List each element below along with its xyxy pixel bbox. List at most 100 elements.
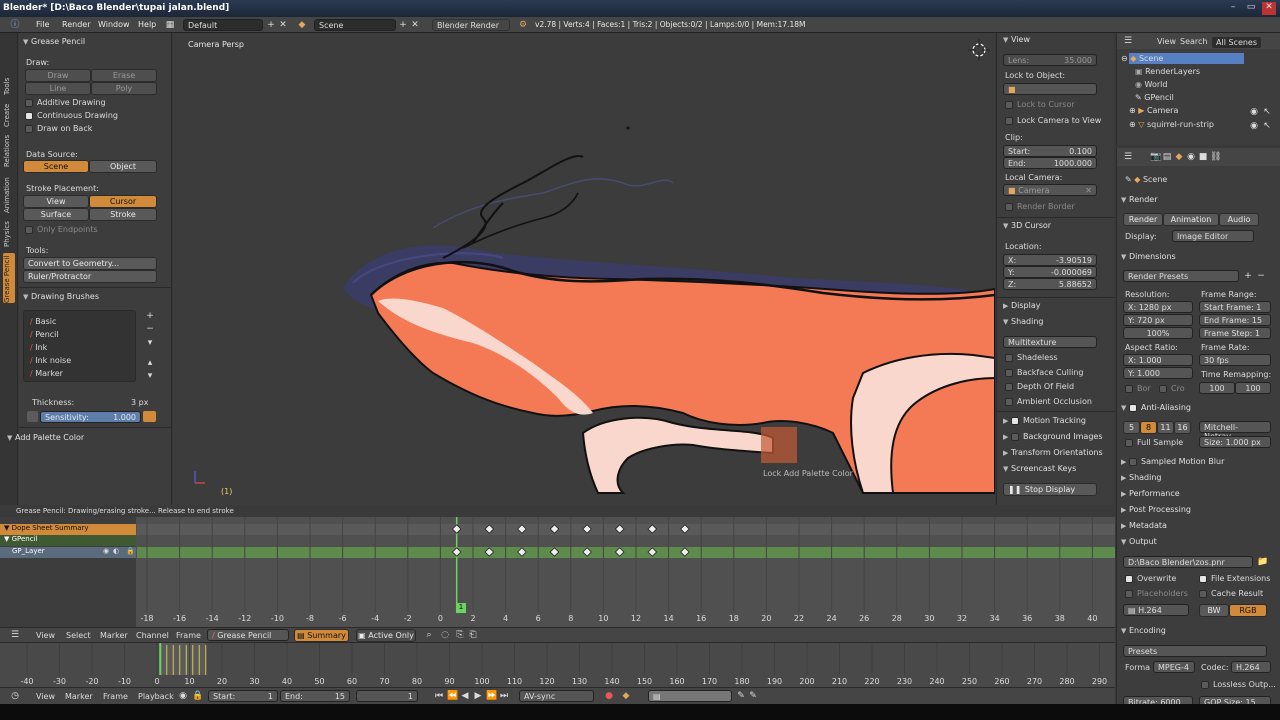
border-checkbox[interactable]: Bor [1125, 384, 1151, 393]
aa-5-button[interactable]: 5 [1123, 421, 1140, 434]
ds-menu-frame[interactable]: Frame [176, 631, 201, 640]
outliner-menu-view[interactable]: View [1157, 37, 1176, 46]
keyframe[interactable] [451, 547, 462, 557]
properties-editor-icon[interactable]: ☰ [1123, 152, 1133, 162]
ds-menu-select[interactable]: Select [66, 631, 91, 640]
lock-icon[interactable]: 🔒 [126, 547, 135, 555]
keyframe[interactable] [647, 547, 658, 557]
ambient-occlusion-checkbox[interactable]: Ambient Occlusion [1005, 397, 1092, 406]
tab-tools[interactable]: Tools [3, 78, 11, 95]
render-panel-header[interactable]: ▼ Render [1121, 195, 1157, 204]
post-processing-panel-header[interactable]: ▶ Post Processing [1121, 505, 1191, 514]
render-border-checkbox[interactable]: Render Border [1005, 202, 1075, 211]
brush-list[interactable]: / Basic / Pencil / Ink / Ink noise / Mar… [23, 310, 136, 382]
clip-start-field[interactable]: Start: 0.100 [1003, 145, 1097, 157]
keyframe[interactable] [680, 524, 690, 534]
data-source-object-button[interactable]: Object [89, 160, 157, 173]
keyframe[interactable] [549, 524, 560, 534]
output-path-field[interactable]: D:\Baco Blender\zos.pnr [1123, 556, 1253, 568]
prev-keyframe-icon[interactable]: ⏪ [447, 691, 458, 701]
start-frame-field[interactable]: Start Frame: 1 [1199, 301, 1271, 313]
display-select[interactable]: Image Editor [1172, 230, 1254, 242]
lock-object-field[interactable]: ■ [1003, 83, 1097, 95]
current-frame-indicator[interactable]: 1 [456, 603, 466, 613]
depth-of-field-checkbox[interactable]: Depth Of Field [1005, 382, 1074, 391]
play-icon[interactable]: ▶ [473, 691, 483, 701]
render-engine-selector[interactable]: Blender Render [432, 19, 510, 31]
thickness-value[interactable]: 3 px [131, 398, 148, 407]
tab-relations[interactable]: Relations [3, 135, 11, 167]
line-button[interactable]: Line [25, 82, 91, 95]
file-extensions-checkbox[interactable]: File Extensions [1199, 574, 1270, 583]
cursor-z-field[interactable]: Z: 5.88652 [1003, 278, 1097, 290]
frame-step-field[interactable]: Frame Step: 1 [1199, 327, 1271, 339]
delete-screen-icon[interactable]: ✕ [278, 20, 288, 30]
backface-culling-checkbox[interactable]: Backface Culling [1005, 368, 1083, 377]
3d-cursor-panel-header[interactable]: ▼ 3D Cursor [1003, 221, 1051, 230]
tab-grease-pencil[interactable]: Grease Pencil [3, 256, 11, 303]
jump-end-icon[interactable]: ⏭ [499, 691, 509, 701]
outliner-item-scene[interactable]: ⊖ ◆ Scene [1121, 54, 1163, 63]
menu-help[interactable]: Help [138, 20, 156, 29]
ds-menu-marker[interactable]: Marker [100, 631, 128, 640]
ruler-protractor-button[interactable]: Ruler/Protractor [23, 270, 157, 283]
close-button[interactable]: ✕ [1262, 2, 1276, 15]
minimize-button[interactable]: – [1226, 2, 1240, 15]
cursor-x-field[interactable]: X: -3.90519 [1003, 254, 1097, 266]
drawing-brushes-header[interactable]: ▼ Drawing Brushes [23, 292, 99, 301]
audio-button[interactable]: Audio [1219, 213, 1259, 226]
visibility-eye-icon[interactable]: ◉ [1249, 107, 1259, 117]
start-frame-field[interactable]: Start: 1 [208, 690, 278, 702]
screen-selector[interactable]: Default [183, 19, 263, 31]
local-camera-field[interactable]: ■ Camera ✕ [1003, 184, 1097, 196]
add-screen-icon[interactable]: + [266, 20, 276, 30]
record-icon[interactable]: ● [604, 691, 614, 701]
placement-cursor-button[interactable]: Cursor [89, 195, 157, 208]
channel-gpencil[interactable]: ▼ GPencil [0, 535, 136, 546]
cache-result-checkbox[interactable]: Cache Result [1199, 589, 1263, 598]
tab-create[interactable]: Create [3, 104, 11, 127]
motion-tracking-header[interactable]: ▶ Motion Tracking [1003, 416, 1086, 425]
remap-new-field[interactable]: 100 [1235, 382, 1271, 394]
lock-camera-checkbox[interactable]: Lock Camera to View [1005, 116, 1101, 125]
folder-icon[interactable]: 📁 [1257, 557, 1268, 567]
dope-sheet-editor-icon[interactable]: ☰ [10, 630, 20, 640]
tl-menu-marker[interactable]: Marker [65, 692, 93, 701]
output-panel-header[interactable]: ▼ Output [1121, 537, 1157, 546]
pressure-icon[interactable] [27, 411, 38, 422]
placeholders-checkbox[interactable]: Placeholders [1125, 589, 1188, 598]
outliner-item-world[interactable]: ◉ World [1135, 80, 1167, 89]
shading-panel-header[interactable]: ▼ Shading [1003, 317, 1044, 326]
clear-icon[interactable]: ✕ [1085, 186, 1092, 195]
list-item[interactable]: / Basic [30, 317, 56, 326]
info-icon[interactable]: ⓘ [10, 20, 20, 30]
add-brush-icon[interactable]: + [145, 311, 155, 321]
keyframe[interactable] [647, 524, 658, 534]
menu-window[interactable]: Window [98, 20, 130, 29]
view-panel-header[interactable]: ▼ View [1003, 35, 1030, 44]
aa-8-button[interactable]: 8 [1140, 421, 1157, 434]
list-item[interactable]: / Marker [30, 369, 63, 378]
visibility-eye-icon[interactable]: ◉ [103, 547, 109, 555]
background-images-header[interactable]: ▶ Background Images [1003, 432, 1103, 441]
keying-icon[interactable]: ◆ [621, 691, 631, 701]
sync-mode-select[interactable]: AV-sync [519, 690, 594, 702]
placement-view-button[interactable]: View [23, 195, 89, 208]
aa-11-button[interactable]: 11 [1157, 421, 1174, 434]
lens-field[interactable]: Lens: 35.000 [1003, 54, 1097, 66]
frame-rate-select[interactable]: 30 fps [1199, 354, 1271, 366]
keyframe[interactable] [582, 524, 592, 534]
end-frame-field[interactable]: End: 15 [280, 690, 350, 702]
grease-pencil-canvas[interactable] [173, 33, 995, 505]
aspect-y-field[interactable]: Y: 1.000 [1123, 367, 1193, 379]
add-preset-icon[interactable]: + [1243, 271, 1253, 281]
resolution-percentage-field[interactable]: 100% [1123, 327, 1193, 339]
keyframe[interactable] [517, 524, 527, 534]
shading-mode-select[interactable]: Multitexture [1003, 336, 1097, 348]
insert-keyframe-icon[interactable]: ✎ [736, 691, 746, 701]
display-panel-header[interactable]: ▶ Display [1003, 301, 1041, 310]
outliner-item-camera[interactable]: ⊕ ▶ Camera [1129, 106, 1178, 115]
mode-select[interactable]: / Grease Pencil [207, 629, 289, 641]
keyframe[interactable] [451, 524, 462, 534]
list-item[interactable]: / Ink [30, 343, 47, 352]
